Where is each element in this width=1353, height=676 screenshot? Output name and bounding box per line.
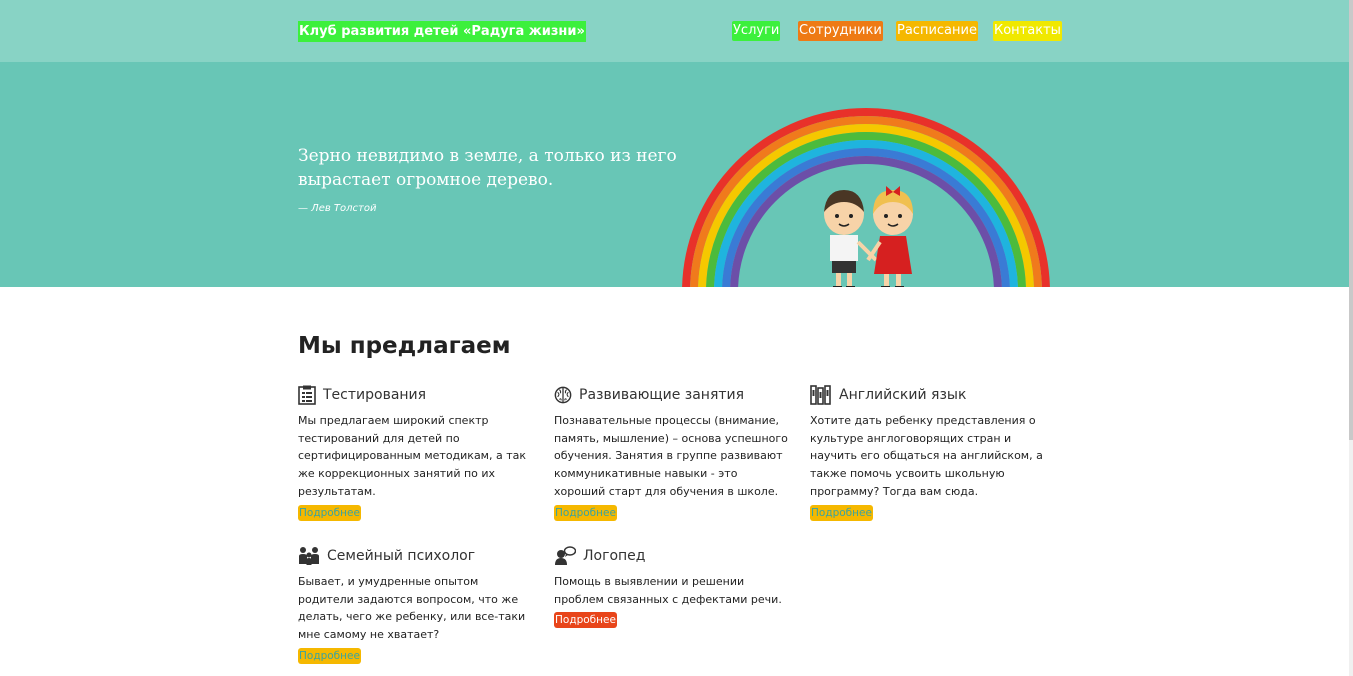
family-icon [299,547,319,565]
offer-card-development: Развивающие занятия Познавательные проце… [554,384,789,521]
girl-figure [866,186,913,287]
more-button[interactable]: Подробнее [298,504,361,521]
offers-title: Мы предлагаем [298,333,511,359]
more-button[interactable]: Подробнее [554,504,617,521]
offer-title: Развивающие занятия [579,387,745,403]
rainbow-illustration [682,108,1050,287]
hero-banner: Зерно невидимо в земле, а только из него… [0,62,1349,287]
hero-quote: Зерно невидимо в земле, а только из него… [298,146,677,190]
more-button[interactable]: Подробнее [810,504,873,521]
books-icon [810,385,831,405]
offer-text: Бывает, и умудренные опытом родители зад… [298,575,526,642]
offer-title: Семейный психолог [327,548,476,564]
boy-figure [824,190,878,287]
hero-quote-author: — Лев Толстой [298,203,377,214]
offer-text: Мы предлагаем широкий спектр тестировани… [298,414,527,498]
offer-text: Познавательные процессы (внимание, памят… [554,414,788,498]
brand-link[interactable]: Клуб развития детей «Радуга жизни» [298,21,586,42]
more-button[interactable]: Подробнее [298,647,361,664]
brain-icon [554,386,572,404]
offer-text: Помощь в выявлении и решении проблем свя… [554,575,782,606]
offer-card-speech-therapist: Логопед Помощь в выявлении и решении про… [554,545,789,629]
nav-staff[interactable]: Сотрудники [798,21,883,41]
nav-schedule[interactable]: Расписание [896,21,978,41]
offer-card-family-psychologist: Семейный психолог Бывает, и умудренные о… [298,545,533,664]
offer-title: Английский язык [839,387,967,403]
offer-card-testing: Тестирования Мы предлагаем широкий спект… [298,384,533,521]
page-scrollbar-thumb[interactable] [1349,0,1353,440]
nav-services[interactable]: Услуги [732,21,781,41]
offer-text: Хотите дать ребенку представления о куль… [810,414,1043,498]
header-bar: Клуб развития детей «Радуга жизни» Услуг… [0,0,1349,62]
clipboard-icon [298,385,316,405]
speech-person-icon [555,546,576,565]
offer-card-english: Английский язык Хотите дать ребенку пред… [810,384,1045,521]
nav-contacts[interactable]: Контакты [993,21,1062,41]
more-button[interactable]: Подробнее [554,612,617,629]
offer-title: Тестирования [323,387,427,403]
offer-title: Логопед [583,548,646,564]
